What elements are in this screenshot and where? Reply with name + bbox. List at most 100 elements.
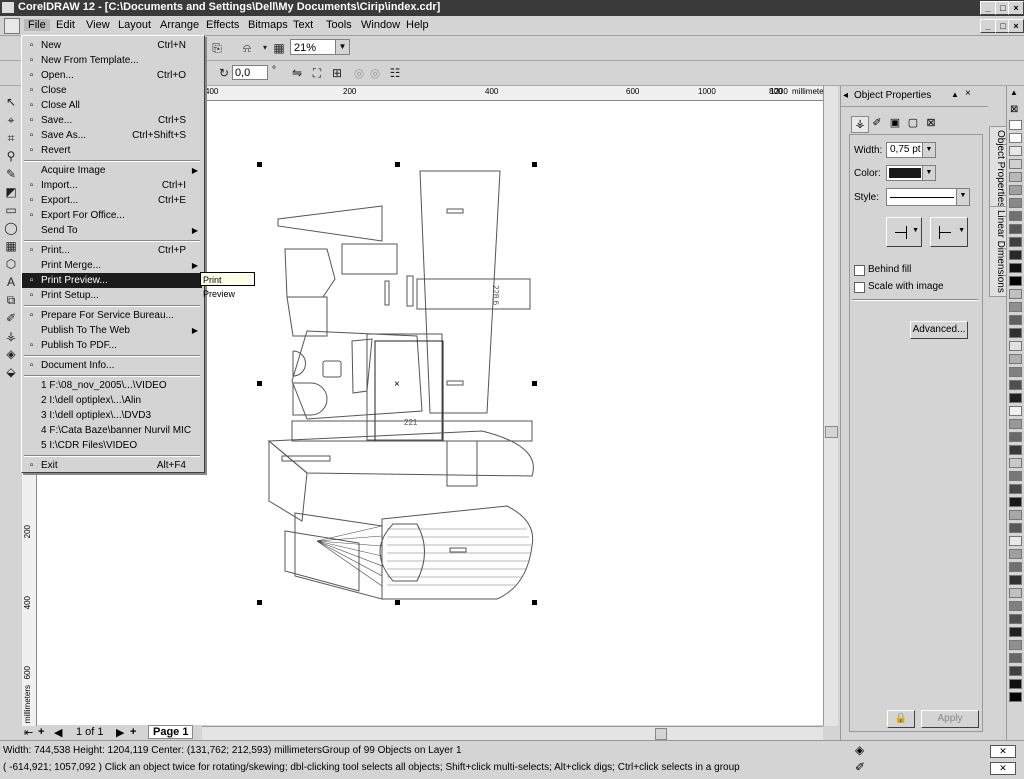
palette-swatch[interactable] xyxy=(1009,237,1022,247)
file-menu-item[interactable]: ▫ Print Preview... xyxy=(22,273,202,288)
palette-swatch[interactable] xyxy=(1009,614,1022,624)
scroll-thumb[interactable] xyxy=(655,728,667,740)
file-menu-item[interactable]: ▫ Publish To PDF... xyxy=(22,338,202,353)
palette-swatch[interactable] xyxy=(1009,172,1022,182)
chevron-down-icon[interactable]: ▼ xyxy=(956,189,969,205)
fill-tool-icon[interactable]: ◈ xyxy=(2,346,20,362)
palette-swatch[interactable] xyxy=(1009,133,1022,143)
file-menu-item[interactable]: Acquire Image ▶ xyxy=(22,163,202,178)
palette-swatch[interactable] xyxy=(1009,380,1022,390)
interactive-fill-icon[interactable]: ⬙ xyxy=(2,364,20,380)
start-arrow-select[interactable]: ▼ xyxy=(886,217,922,247)
file-menu-item[interactable]: ▫ Save... Ctrl+S xyxy=(22,113,202,128)
palette-swatch[interactable] xyxy=(1009,588,1022,598)
rectangle-tool-icon[interactable]: ▭ xyxy=(2,202,20,218)
file-menu-item[interactable]: ▫ Export... Ctrl+E xyxy=(22,193,202,208)
menu-edit[interactable]: Edit xyxy=(56,19,75,31)
doc-minimize-button[interactable]: _ xyxy=(980,19,996,33)
file-menu-item[interactable]: Send To ▶ xyxy=(22,223,202,238)
fill-color-none-icon[interactable]: ✕ xyxy=(990,745,1016,758)
file-menu-item[interactable]: 1 F:\08_nov_2005\...\VIDEO xyxy=(22,378,202,393)
menu-tools[interactable]: Tools xyxy=(326,19,352,31)
no-color-icon[interactable]: ⊠ xyxy=(1010,104,1018,115)
palette-swatch[interactable] xyxy=(1009,224,1022,234)
eyedropper-icon[interactable]: ✐ xyxy=(2,310,20,326)
palette-swatch[interactable] xyxy=(1009,575,1022,585)
palette-swatch[interactable] xyxy=(1009,549,1022,559)
behind-fill-checkbox[interactable] xyxy=(854,265,865,276)
palette-swatch[interactable] xyxy=(1009,211,1022,221)
file-menu-item[interactable]: ▫ Import... Ctrl+I xyxy=(22,178,202,193)
palette-swatch[interactable] xyxy=(1009,458,1022,468)
smart-fill-icon[interactable]: ◩ xyxy=(2,184,20,200)
file-menu-item[interactable]: ▫ Save As... Ctrl+Shift+S xyxy=(22,128,202,143)
menu-effects[interactable]: Effects xyxy=(206,19,239,31)
prev-page-icon[interactable]: ◀ xyxy=(54,726,62,739)
palette-swatch[interactable] xyxy=(1009,354,1022,364)
palette-swatch[interactable] xyxy=(1009,120,1022,130)
docker-menu-icon[interactable]: ▲ xyxy=(951,90,959,99)
horizontal-ruler[interactable]: 400 200 400 600 800 1000 1200 millimeter… xyxy=(200,86,836,101)
doc-close-button[interactable]: × xyxy=(1008,19,1024,33)
break-apart-icon[interactable]: ◎ xyxy=(366,65,384,81)
fill-tab-icon[interactable]: ⚶ xyxy=(851,116,869,133)
collapse-icon[interactable]: ◂ xyxy=(843,90,848,101)
palette-scroll-up-icon[interactable]: ▲ xyxy=(1010,88,1018,97)
docker-close-icon[interactable]: × xyxy=(965,88,971,99)
palette-swatch[interactable] xyxy=(1009,562,1022,572)
palette-swatch[interactable] xyxy=(1009,601,1022,611)
chevron-down-icon[interactable]: ▼ xyxy=(335,40,349,54)
palette-swatch[interactable] xyxy=(1009,692,1022,702)
outline-tab-icon[interactable]: ✐ xyxy=(869,116,885,131)
file-menu-item[interactable]: ▫ Revert xyxy=(22,143,202,158)
palette-swatch[interactable] xyxy=(1009,679,1022,689)
zoom-select[interactable]: 21% ▼ xyxy=(290,39,350,55)
palette-swatch[interactable] xyxy=(1009,263,1022,273)
apply-button[interactable]: Apply xyxy=(921,710,979,728)
fill-indicator-icon[interactable]: ◈ xyxy=(855,743,864,757)
advanced-button[interactable]: Advanced... xyxy=(910,321,968,339)
menu-arrange[interactable]: Arrange xyxy=(160,19,199,31)
end-arrow-select[interactable]: ▼ xyxy=(930,217,968,247)
palette-swatch[interactable] xyxy=(1009,471,1022,481)
vertical-scrollbar[interactable] xyxy=(823,86,838,726)
menu-bitmaps[interactable]: Bitmaps xyxy=(248,19,288,31)
align-icon[interactable]: ☷ xyxy=(386,65,404,81)
file-menu-item[interactable]: ▫ Close xyxy=(22,83,202,98)
file-menu-item[interactable]: ▫ Export For Office... xyxy=(22,208,202,223)
palette-swatch[interactable] xyxy=(1009,198,1022,208)
palette-swatch[interactable] xyxy=(1009,146,1022,156)
file-menu-item[interactable]: ▫ Prepare For Service Bureau... xyxy=(22,308,202,323)
group-icon[interactable]: ⛶ xyxy=(308,65,326,81)
angle-input[interactable]: 0,0 xyxy=(232,65,268,80)
palette-swatch[interactable] xyxy=(1009,497,1022,507)
palette-swatch[interactable] xyxy=(1009,406,1022,416)
palette-swatch[interactable] xyxy=(1009,510,1022,520)
outline-color-none-icon[interactable]: ✕ xyxy=(990,762,1016,775)
interactive-blend-icon[interactable]: ⧉ xyxy=(2,292,20,308)
palette-swatch[interactable] xyxy=(1009,419,1022,429)
menu-text[interactable]: Text xyxy=(293,19,313,31)
ellipse-tool-icon[interactable]: ◯ xyxy=(2,220,20,236)
palette-swatch[interactable] xyxy=(1009,250,1022,260)
outline-tool-icon[interactable]: ⚶ xyxy=(2,328,20,344)
add-page-end-icon[interactable]: + xyxy=(130,726,136,738)
palette-swatch[interactable] xyxy=(1009,159,1022,169)
basic-shapes-icon[interactable]: ⬡ xyxy=(2,256,20,272)
file-menu-item[interactable]: 3 I:\dell optiplex\...\DVD3 xyxy=(22,408,202,423)
close-button[interactable]: × xyxy=(1008,1,1024,15)
app-icon[interactable] xyxy=(2,2,14,13)
palette-swatch[interactable] xyxy=(1009,276,1022,286)
tab-linear-dimensions[interactable]: Linear Dimensions xyxy=(989,206,1007,297)
tab-object-properties[interactable]: Object Properties xyxy=(989,126,1007,212)
next-page-icon[interactable]: ▶ xyxy=(116,726,124,739)
lock-icon[interactable]: 🔒 xyxy=(887,710,915,728)
pick-tool-icon[interactable]: ↖ xyxy=(2,94,20,110)
file-menu-item[interactable]: 5 I:\CDR Files\VIDEO xyxy=(22,438,202,453)
palette-swatch[interactable] xyxy=(1009,653,1022,663)
scale-with-image-checkbox[interactable] xyxy=(854,282,865,293)
palette-swatch[interactable] xyxy=(1009,328,1022,338)
palette-swatch[interactable] xyxy=(1009,445,1022,455)
crop-tool-icon[interactable]: ⌗ xyxy=(2,130,20,146)
outline-indicator-icon[interactable]: ✐ xyxy=(855,760,865,774)
